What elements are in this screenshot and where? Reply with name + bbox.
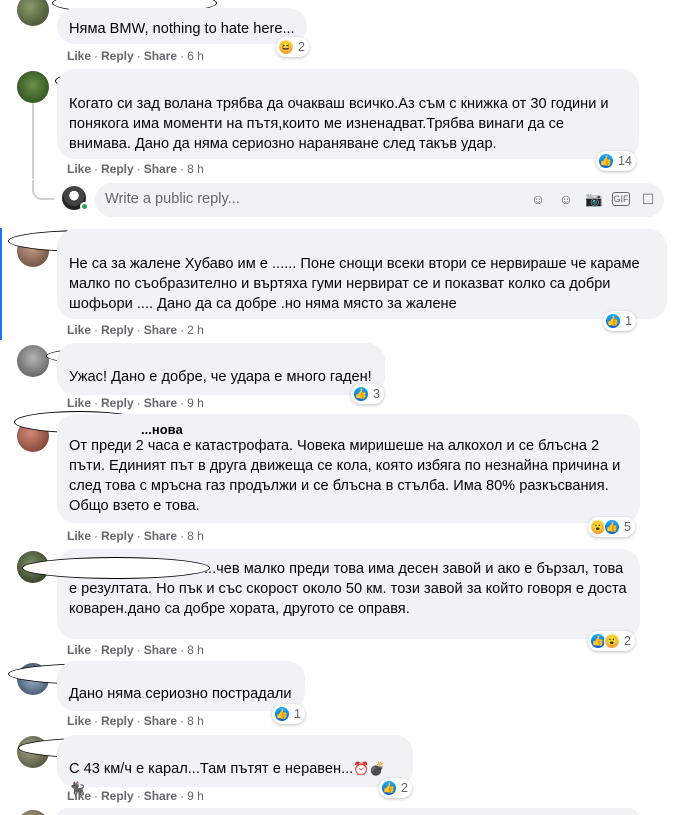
reply-button[interactable]: Reply (101, 323, 134, 337)
timestamp[interactable]: 8 h (187, 643, 204, 657)
like-button[interactable]: Like (67, 789, 91, 803)
timestamp[interactable]: 6 h (187, 49, 204, 63)
reaction-count: 2 (401, 781, 408, 795)
timestamp[interactable]: 8 h (187, 162, 204, 176)
share-button[interactable]: Share (144, 396, 177, 410)
comment-bubble: Не са за жалене Хубаво им е ...... Поне … (57, 229, 667, 319)
reaction-count: 1 (294, 707, 301, 721)
reaction-summary[interactable]: 👍 3 (351, 384, 384, 404)
reaction-count: 3 (373, 387, 380, 401)
timestamp[interactable]: 2 h (187, 323, 204, 337)
reply-placeholder: Write a public reply... (105, 191, 240, 207)
reply-input[interactable]: Write a public reply... ☺ ☺ 📷 GIF ☐ (95, 183, 664, 217)
comment-text: Ужас! Дано е добре, че удара е много гад… (69, 369, 372, 385)
haha-reaction-icon: 😆 (278, 39, 294, 55)
avatar[interactable] (17, 0, 49, 26)
share-button[interactable]: Share (144, 162, 177, 176)
comment-actions: Like · Reply · Share · 8 h (67, 529, 204, 543)
avatar[interactable] (17, 810, 49, 815)
redaction-scribble (22, 557, 210, 579)
comment-actions: Like · Reply · Share · 8 h (67, 714, 204, 728)
reaction-count: 14 (618, 154, 632, 168)
like-button[interactable]: Like (67, 643, 91, 657)
comment-text: Не са за жалене Хубаво им е ...... Поне … (69, 256, 640, 312)
share-button[interactable]: Share (144, 323, 177, 337)
reply-tools: ☺ ☺ 📷 GIF ☐ (528, 189, 658, 209)
like-reaction-icon: 👍 (605, 313, 621, 329)
comment-text: Няма BMW, nothing to hate here... (69, 21, 295, 37)
comment-bubble: С 43 км/ч е карал...Там пътят е неравен.… (57, 735, 413, 796)
avatar-sticker-icon[interactable]: ☺ (528, 189, 548, 209)
like-reaction-icon: 👍 (598, 153, 614, 169)
share-button[interactable]: Share (144, 529, 177, 543)
reaction-summary[interactable]: 😆 2 (276, 37, 309, 57)
highlight-bar (0, 228, 2, 340)
comment-text: С 43 км/ч е карал...Там пътят е неравен.… (69, 761, 354, 777)
reaction-summary[interactable]: 👍 😮 2 (588, 631, 635, 651)
reply-button[interactable]: Reply (101, 529, 134, 543)
reply-button[interactable]: Reply (101, 789, 134, 803)
comment-actions: Like · Reply · Share · 6 h (67, 49, 204, 63)
reply-button[interactable]: Reply (101, 643, 134, 657)
reaction-summary[interactable]: 👍 14 (596, 151, 636, 171)
share-button[interactable]: Share (144, 714, 177, 728)
share-button[interactable]: Share (144, 643, 177, 657)
avatar[interactable] (17, 71, 49, 103)
comment-actions: Like · Reply · Share · 2 h (67, 323, 204, 337)
reaction-summary[interactable]: 👍 1 (603, 311, 636, 331)
comment-text: От преди 2 часа е катастрофата. Човека м… (69, 438, 621, 514)
timestamp[interactable]: 8 h (187, 714, 204, 728)
comment-bubble: ...нова От преди 2 часа е катастрофата. … (57, 414, 640, 523)
comment-bubble: Ужас! Дано е добре, че удара е много гад… (57, 343, 385, 395)
reply-button[interactable]: Reply (101, 714, 134, 728)
comment-bubble (57, 808, 639, 815)
timestamp[interactable]: 9 h (187, 396, 204, 410)
reaction-summary[interactable]: 👍 1 (272, 704, 305, 724)
timestamp[interactable]: 9 h (187, 789, 204, 803)
comment-bubble: Когато си зад волана трябва да очакваш в… (57, 69, 639, 159)
reaction-count: 2 (298, 40, 305, 54)
reaction-summary[interactable]: 👍 2 (379, 778, 412, 798)
reaction-count: 1 (625, 314, 632, 328)
reaction-count: 5 (624, 520, 631, 534)
share-button[interactable]: Share (144, 789, 177, 803)
comment-actions: Like · Reply · Share · 8 h (67, 643, 204, 657)
wow-reaction-icon: 😮 (604, 633, 620, 649)
commenter-name[interactable]: ...нова (69, 422, 628, 437)
comment-actions: Like · Reply · Share · 8 h (67, 162, 204, 176)
like-button[interactable]: Like (67, 529, 91, 543)
sticker-icon[interactable]: ☐ (638, 189, 658, 209)
comment-actions: Like · Reply · Share · 9 h (67, 789, 204, 803)
like-button[interactable]: Like (67, 162, 91, 176)
like-reaction-icon: 👍 (381, 780, 397, 796)
like-button[interactable]: Like (67, 714, 91, 728)
reaction-count: 2 (624, 634, 631, 648)
gif-icon[interactable]: GIF (612, 192, 630, 206)
like-reaction-icon: 👍 (604, 519, 620, 535)
camera-icon[interactable]: 📷 (584, 189, 604, 209)
comment-actions: Like · Reply · Share · 9 h (67, 396, 204, 410)
like-button[interactable]: Like (67, 323, 91, 337)
reply-button[interactable]: Reply (101, 162, 134, 176)
share-button[interactable]: Share (144, 49, 177, 63)
reply-button[interactable]: Reply (101, 396, 134, 410)
comment-bubble: Няма BMW, nothing to hate here... (57, 8, 307, 44)
thread-line (32, 101, 34, 179)
online-status-dot (80, 202, 89, 211)
emoji-icon[interactable]: ☺ (556, 189, 576, 209)
like-button[interactable]: Like (67, 396, 91, 410)
reply-button[interactable]: Reply (101, 49, 134, 63)
like-reaction-icon: 👍 (274, 706, 290, 722)
like-button[interactable]: Like (67, 49, 91, 63)
comment-text: Дано няма сериозно пострадали (69, 686, 292, 702)
comment-text: Когато си зад волана трябва да очакваш в… (69, 96, 609, 152)
timestamp[interactable]: 8 h (187, 529, 204, 543)
avatar[interactable] (17, 345, 49, 377)
reaction-summary[interactable]: 😮 👍 5 (588, 517, 635, 537)
thread-elbow (32, 180, 54, 200)
like-reaction-icon: 👍 (353, 386, 369, 402)
comment-bubble: Дано няма сериозно пострадали (57, 661, 305, 711)
